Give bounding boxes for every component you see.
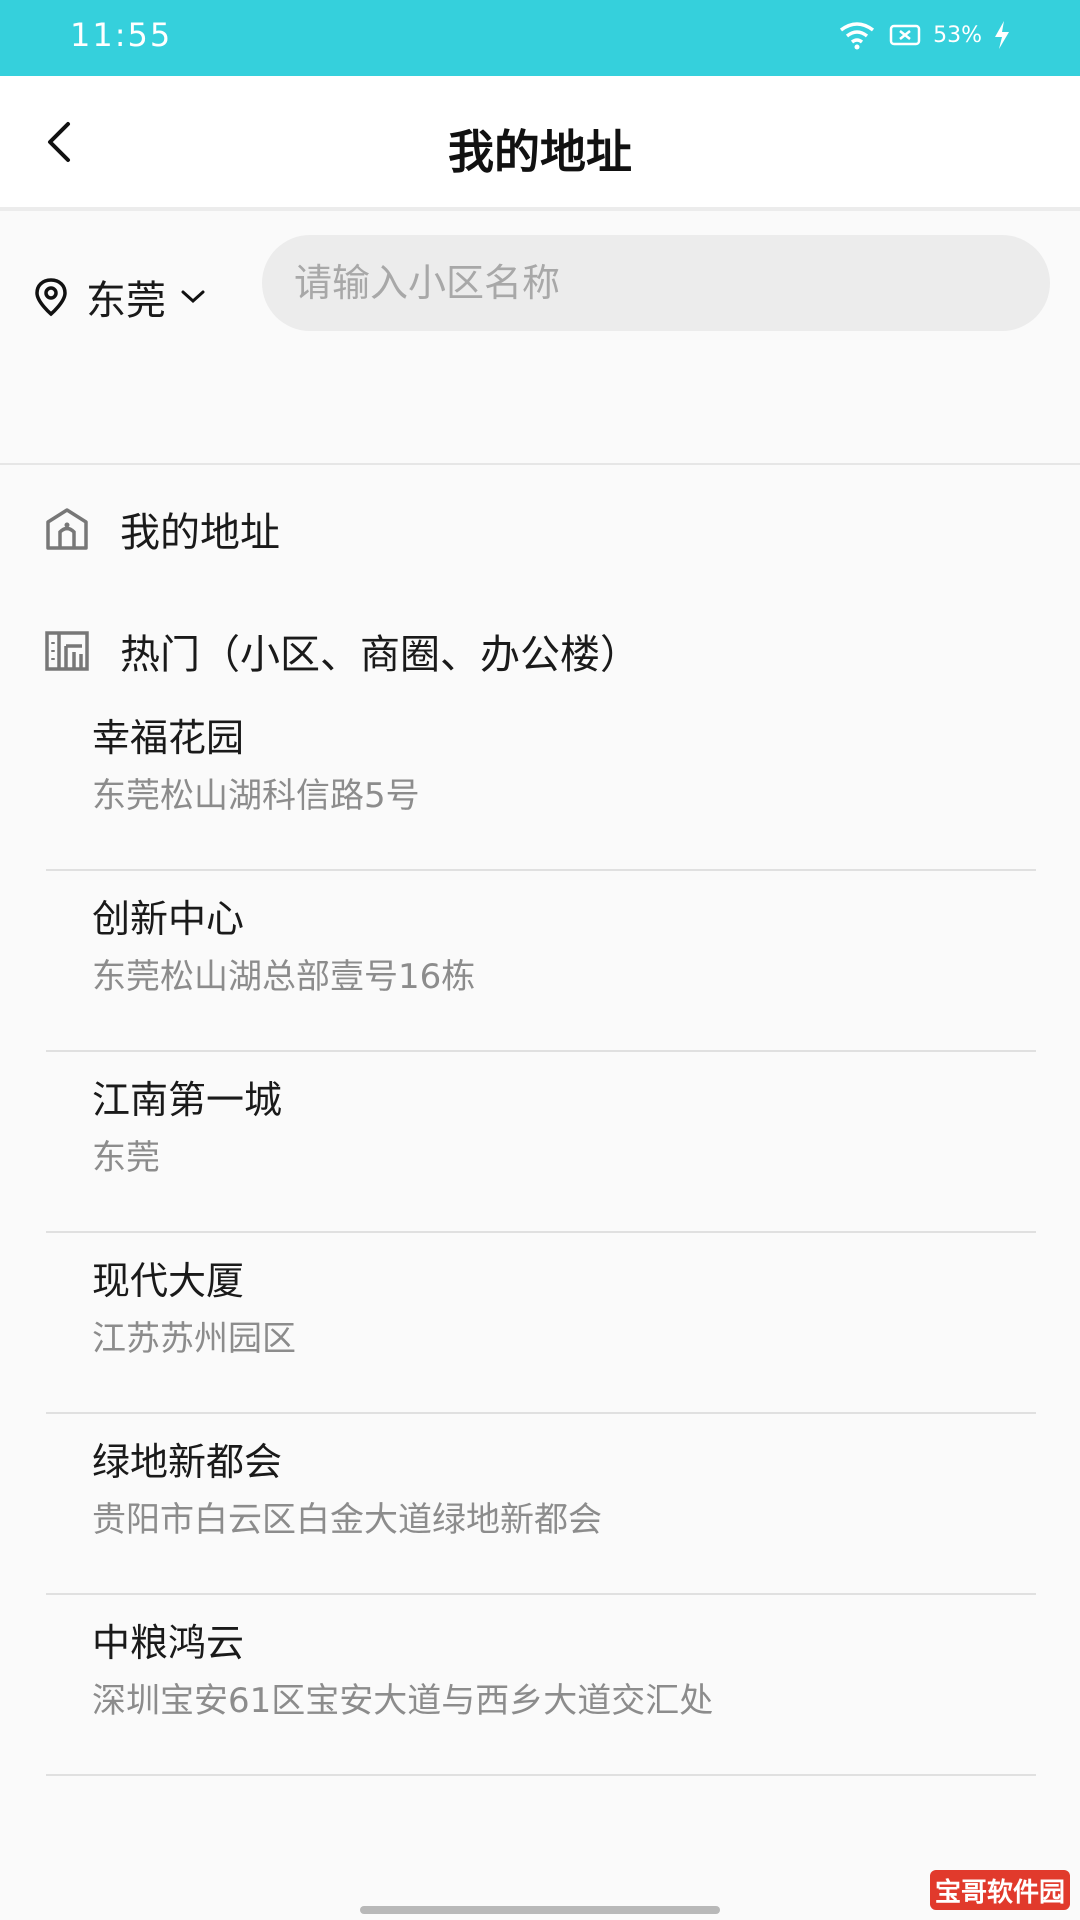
item-address: 贵阳市白云区白金大道绿地新都会 xyxy=(92,1500,602,1540)
list-item[interactable]: 江南第一城 东莞 xyxy=(46,1052,1036,1233)
city-label: 东莞 xyxy=(86,278,166,324)
charging-icon xyxy=(995,21,1009,49)
battery-percent: 53% xyxy=(933,22,982,48)
list-item[interactable]: 中粮鸿云 深圳宝安61区宝安大道与西乡大道交汇处 xyxy=(46,1595,1036,1776)
hot-section-header: 热门（小区、商圈、办公楼） xyxy=(44,622,640,680)
hot-section-label: 热门（小区、商圈、办公楼） xyxy=(120,632,640,678)
item-address: 江苏苏州园区 xyxy=(92,1319,296,1359)
page-title: 我的地址 xyxy=(448,125,632,179)
item-name: 幸福花园 xyxy=(92,716,245,760)
status-icons: 53% xyxy=(837,20,1010,50)
building-icon xyxy=(45,631,89,671)
chevron-down-icon xyxy=(181,290,205,304)
item-name: 创新中心 xyxy=(92,897,245,941)
item-name: 现代大厦 xyxy=(92,1259,245,1303)
item-address: 东莞松山湖总部壹号16栋 xyxy=(92,957,476,997)
item-address: 东莞 xyxy=(92,1138,160,1178)
search-row: 东莞 xyxy=(0,215,1080,465)
list-item[interactable]: 现代大厦 江苏苏州园区 xyxy=(46,1233,1036,1414)
hot-list: 幸福花园 东莞松山湖科信路5号 创新中心 东莞松山湖总部壹号16栋 江南第一城 … xyxy=(46,690,1036,1776)
search-box[interactable] xyxy=(262,235,1050,331)
title-bar: 我的地址 xyxy=(0,76,1080,211)
status-bar: 11:55 53% xyxy=(0,0,1080,76)
item-address: 东莞松山湖科信路5号 xyxy=(92,776,420,816)
list-item[interactable]: 绿地新都会 贵阳市白云区白金大道绿地新都会 xyxy=(46,1414,1036,1595)
wifi-icon xyxy=(840,22,875,50)
status-time: 11:55 xyxy=(70,16,173,54)
item-name: 绿地新都会 xyxy=(92,1440,283,1484)
location-pin-icon xyxy=(35,278,67,317)
watermark-logo: 宝哥软件园 xyxy=(930,1870,1070,1910)
city-selector[interactable]: 东莞 xyxy=(30,257,206,337)
my-address-label: 我的地址 xyxy=(120,510,280,556)
sim-icon xyxy=(889,24,921,46)
my-address-row[interactable]: 我的地址 xyxy=(44,500,280,558)
search-input[interactable] xyxy=(294,261,1050,305)
item-name: 江南第一城 xyxy=(92,1078,283,1122)
item-name: 中粮鸿云 xyxy=(92,1621,245,1665)
list-item[interactable]: 幸福花园 东莞松山湖科信路5号 xyxy=(46,690,1036,871)
home-icon xyxy=(46,508,88,550)
item-address: 深圳宝安61区宝安大道与西乡大道交汇处 xyxy=(92,1681,714,1721)
home-indicator[interactable] xyxy=(360,1906,720,1914)
list-item[interactable]: 创新中心 东莞松山湖总部壹号16栋 xyxy=(46,871,1036,1052)
